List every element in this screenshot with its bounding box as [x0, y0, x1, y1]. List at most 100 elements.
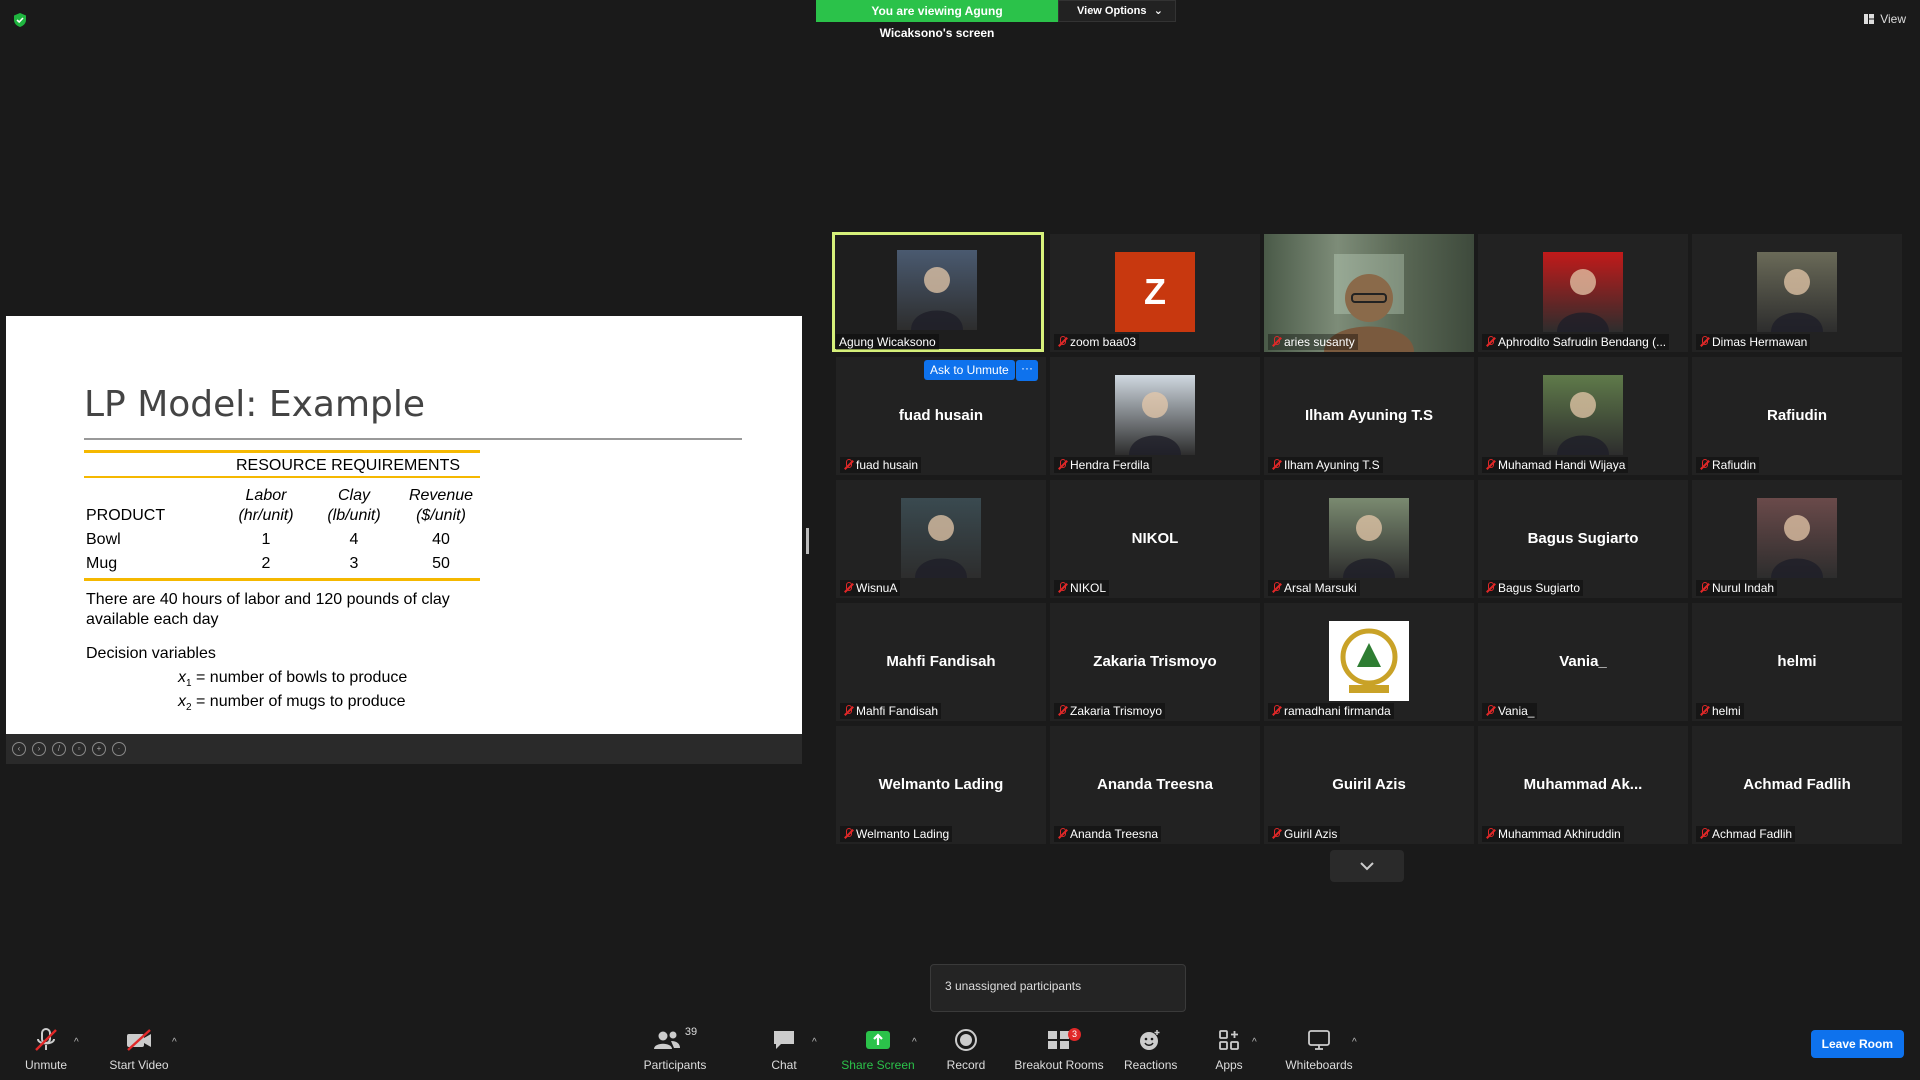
share-screen-icon: [866, 1031, 890, 1049]
chevron-up-icon[interactable]: ^: [74, 1037, 79, 1048]
participant-photo: [901, 498, 981, 578]
participant-photo: [1543, 375, 1623, 455]
reactions-button[interactable]: Reactions: [1124, 1026, 1177, 1072]
ask-to-unmute-button[interactable]: Ask to Unmute: [924, 360, 1015, 380]
mic-muted-icon: [1057, 582, 1067, 594]
apps-icon: [1219, 1030, 1239, 1050]
view-options-button[interactable]: View Options ⌄: [1058, 0, 1176, 22]
slides-icon[interactable]: ▫: [72, 742, 86, 756]
participant-tile[interactable]: Mahfi Fandisah Mahfi Fandisah: [836, 603, 1046, 721]
participant-tile[interactable]: Nurul Indah: [1692, 480, 1902, 598]
participant-tile[interactable]: Rafiudin Rafiudin: [1692, 357, 1902, 475]
participant-name-label: Mahfi Fandisah: [840, 703, 942, 719]
next-icon[interactable]: ›: [32, 742, 46, 756]
row-labor: 1: [261, 531, 271, 548]
participant-tile[interactable]: Guiril Azis Guiril Azis: [1264, 726, 1474, 844]
header-product: PRODUCT: [86, 507, 166, 524]
row-labor: 2: [261, 555, 271, 572]
participant-tile[interactable]: Ilham Ayuning T.S Ilham Ayuning T.S: [1264, 357, 1474, 475]
participant-tile[interactable]: Ananda Treesna Ananda Treesna: [1050, 726, 1260, 844]
header-revenue-unit: ($/unit): [416, 507, 466, 524]
mic-muted-icon: [35, 1028, 57, 1051]
participant-display-name: Rafiudin: [1767, 407, 1827, 424]
whiteboards-label: Whiteboards: [1285, 1058, 1353, 1072]
participant-name-label: Achmad Fadlih: [1696, 826, 1796, 842]
zoom-icon[interactable]: +: [92, 742, 106, 756]
more-icon[interactable]: ·: [112, 742, 126, 756]
people-icon: [653, 1031, 680, 1049]
participant-display-name: Muhammad Ak...: [1523, 776, 1643, 793]
video-off-icon: [127, 1029, 151, 1051]
breakout-rooms-button[interactable]: 3 Breakout Rooms: [1014, 1026, 1104, 1072]
mic-muted-icon: [1271, 459, 1281, 471]
prev-icon[interactable]: ‹: [12, 742, 26, 756]
participant-tile[interactable]: Welmanto Lading Welmanto Lading: [836, 726, 1046, 844]
participant-photo: [897, 250, 977, 330]
slide-title: LP Model: Example: [84, 384, 426, 425]
participant-tile[interactable]: ramadhani firmanda: [1264, 603, 1474, 721]
participant-display-name: Bagus Sugiarto: [1527, 530, 1639, 547]
start-video-button[interactable]: Start Video: [104, 1026, 174, 1072]
mic-muted-icon: [1271, 582, 1281, 594]
participant-tile[interactable]: Dimas Hermawan: [1692, 234, 1902, 352]
participant-tile[interactable]: NIKOL NIKOL: [1050, 480, 1260, 598]
chevron-up-icon[interactable]: ^: [1252, 1037, 1257, 1048]
pen-icon[interactable]: /: [52, 742, 66, 756]
whiteboards-button[interactable]: Whiteboards: [1284, 1026, 1354, 1072]
record-icon: [955, 1029, 977, 1051]
participants-button[interactable]: 39 Participants: [640, 1026, 710, 1072]
share-screen-label: Share Screen: [841, 1058, 915, 1072]
participant-name-label: Aphrodito Safrudin Bendang (...: [1482, 334, 1670, 350]
participant-tile[interactable]: Zakaria Trismoyo Zakaria Trismoyo: [1050, 603, 1260, 721]
participant-tile[interactable]: Muhamad Handi Wijaya: [1478, 357, 1688, 475]
header-clay-unit: (lb/unit): [327, 507, 381, 524]
participant-tile[interactable]: WisnuA: [836, 480, 1046, 598]
mic-muted-icon: [843, 705, 853, 717]
participant-display-name: Ilham Ayuning T.S: [1304, 407, 1434, 424]
leave-room-button[interactable]: Leave Room: [1810, 1030, 1904, 1058]
apps-button[interactable]: Apps: [1214, 1026, 1244, 1072]
chevron-up-icon[interactable]: ^: [172, 1037, 177, 1048]
participant-tile[interactable]: Achmad Fadlih Achmad Fadlih: [1692, 726, 1902, 844]
more-options-button[interactable]: ···: [1016, 360, 1038, 381]
mic-muted-icon: [843, 459, 853, 471]
slide-var-x2: x2 = number of mugs to produce: [178, 693, 406, 714]
mic-muted-icon: [843, 582, 853, 594]
participant-tile[interactable]: Arsal Marsuki: [1264, 480, 1474, 598]
view-button[interactable]: View: [1863, 12, 1906, 26]
row-product: Mug: [86, 555, 118, 572]
shared-screen[interactable]: LP Model: Example RESOURCE REQUIREMENTS …: [6, 316, 802, 734]
chevron-up-icon[interactable]: ^: [912, 1037, 917, 1048]
unmute-button[interactable]: Unmute: [20, 1026, 72, 1072]
next-page-button[interactable]: [1330, 850, 1404, 882]
chevron-up-icon[interactable]: ^: [812, 1037, 817, 1048]
table-rule-mid: [84, 476, 480, 478]
participant-tile[interactable]: helmi helmi: [1692, 603, 1902, 721]
chevron-up-icon[interactable]: ^: [1352, 1037, 1357, 1048]
share-screen-button[interactable]: Share Screen: [840, 1026, 916, 1072]
participant-photo: [1757, 252, 1837, 332]
participant-tile[interactable]: Vania_ Vania_: [1478, 603, 1688, 721]
participant-tile[interactable]: Aphrodito Safrudin Bendang (...: [1478, 234, 1688, 352]
start-video-label: Start Video: [109, 1058, 169, 1072]
participant-tile[interactable]: Hendra Ferdila: [1050, 357, 1260, 475]
participant-photo: [1329, 498, 1409, 578]
participant-photo: [1757, 498, 1837, 578]
mic-muted-icon: [1699, 336, 1709, 348]
participant-tile[interactable]: Zzoom baa03: [1050, 234, 1260, 352]
participant-name-label: NIKOL: [1054, 580, 1110, 596]
participant-name-label: Nurul Indah: [1696, 580, 1778, 596]
split-handle[interactable]: [806, 528, 809, 554]
participant-tile[interactable]: Muhammad Ak... Muhammad Akhiruddin: [1478, 726, 1688, 844]
participant-display-name: Ananda Treesna: [1097, 776, 1213, 793]
chat-button[interactable]: Chat: [766, 1026, 802, 1072]
participant-tile[interactable]: aries susanty: [1264, 234, 1474, 352]
participant-tile[interactable]: Agung Wicaksono: [832, 232, 1044, 352]
screen-share-banner: You are viewing Agung Wicaksono's screen…: [816, 0, 1176, 40]
shield-icon[interactable]: [12, 12, 28, 28]
slide-controls: ‹ › / ▫ + ·: [6, 734, 802, 764]
record-button[interactable]: Record: [944, 1026, 988, 1072]
participant-name-label: Vania_: [1482, 703, 1538, 719]
viewing-label: You are viewing Agung Wicaksono's screen: [816, 0, 1058, 40]
participant-tile[interactable]: Bagus Sugiarto Bagus Sugiarto: [1478, 480, 1688, 598]
